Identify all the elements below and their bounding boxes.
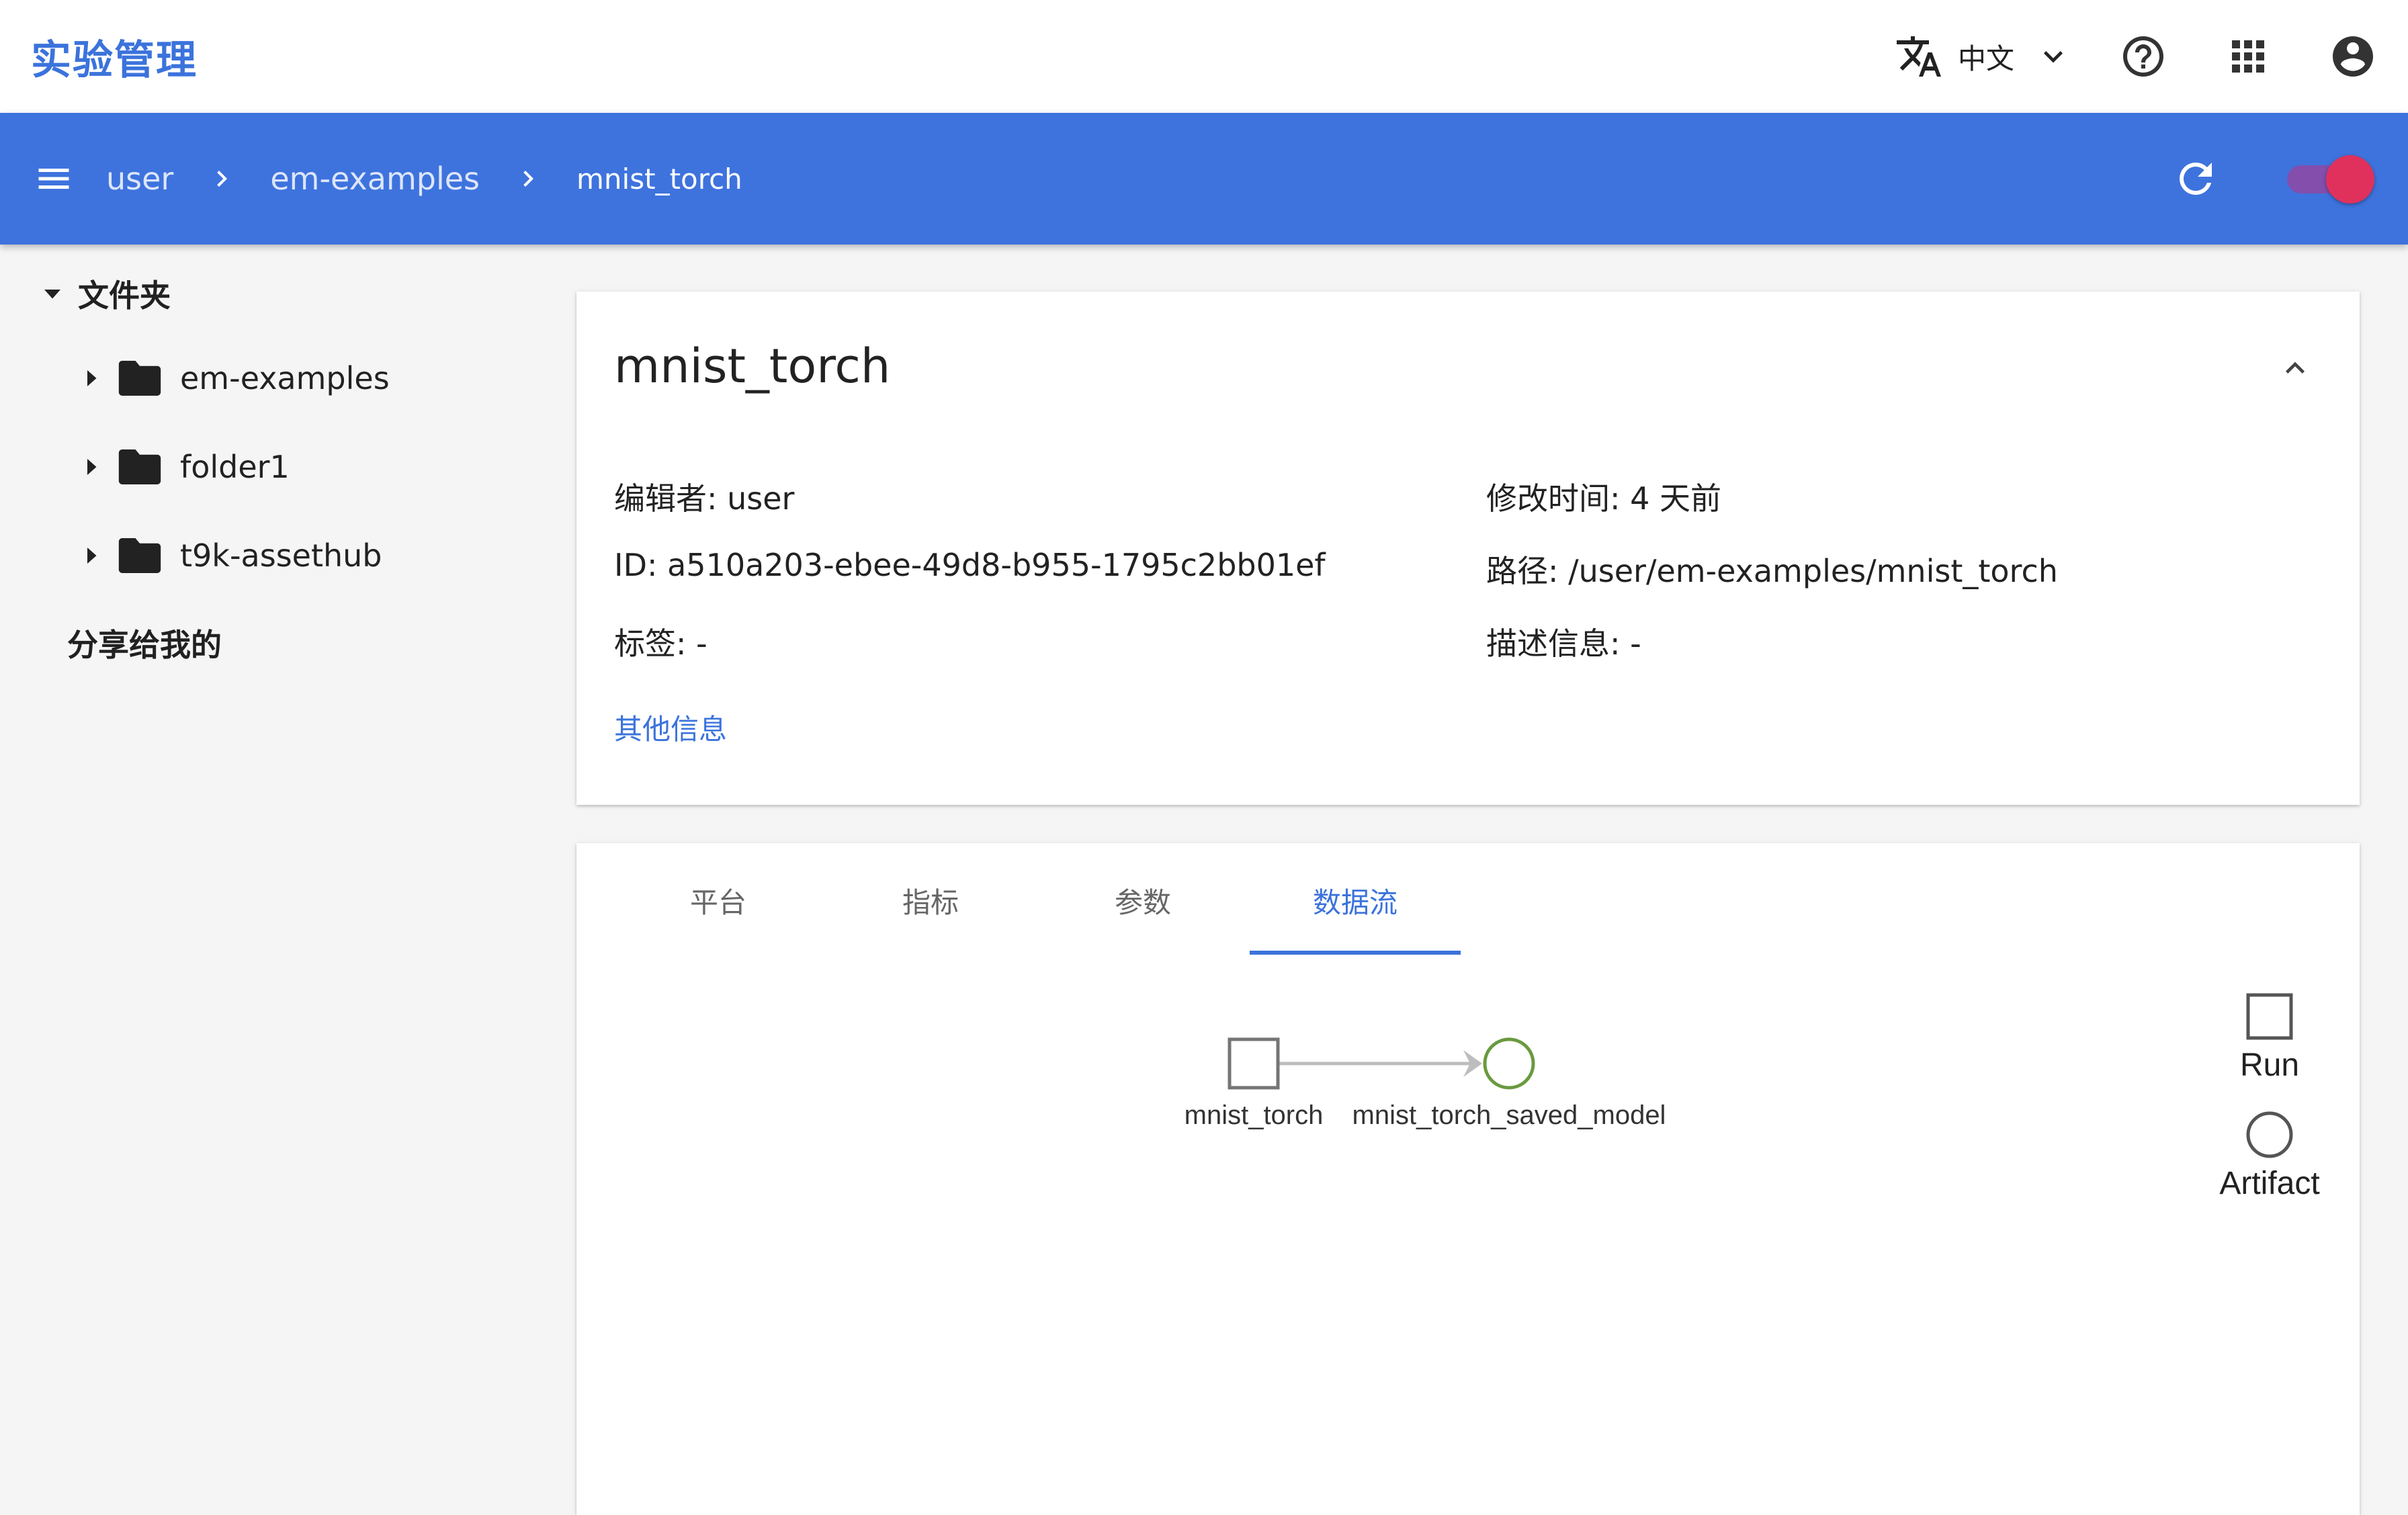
language-selector[interactable]: 中文 (1895, 32, 2072, 81)
run-info-card: mnist_torch 编辑者: user 修改时间: 4 天前 ID: a51… (576, 292, 2360, 805)
id-field: ID: a510a203-ebee-49d8-b955-1795c2bb01ef (614, 547, 1326, 583)
account-circle-icon[interactable] (2329, 32, 2377, 81)
legend-artifact-icon (2246, 1111, 2293, 1158)
folder-item-folder1[interactable]: folder1 (79, 449, 290, 485)
dataflow-graph: mnist_torch mnist_torch_saved_model Run … (1185, 993, 2320, 1201)
folder-icon (118, 449, 161, 484)
chevron-down-icon (2044, 51, 2063, 63)
run-node[interactable] (1228, 1037, 1280, 1090)
translate-icon (1896, 36, 1941, 77)
breadcrumb-user[interactable]: user (106, 161, 173, 197)
description-field: 描述信息: - (1486, 625, 1641, 662)
breadcrumb-mnist-torch: mnist_torch (576, 162, 742, 196)
dark-mode-toggle[interactable] (2287, 152, 2374, 206)
caret-right-icon[interactable] (79, 455, 103, 479)
top-app-bar: 实验管理 中文 (0, 0, 2408, 113)
help-circle-icon[interactable] (2119, 32, 2167, 81)
details-tabs-card: 平台 指标 参数 数据流 mnist_torch mnist_torch_sav… (576, 843, 2360, 1515)
folder-sidebar: 文件夹 em-examples folder1 t9k-assethub 分享给… (0, 245, 564, 1505)
folder-label: folder1 (180, 449, 290, 485)
apps-grid-icon[interactable] (2224, 32, 2272, 81)
folder-item-t9k-assethub[interactable]: t9k-assethub (79, 537, 382, 574)
artifact-node[interactable] (1483, 1037, 1535, 1090)
editor-field: 编辑者: user (614, 480, 795, 517)
top-actions: 中文 (1895, 32, 2377, 81)
folder-tree-root[interactable]: 文件夹 (40, 271, 171, 316)
folder-root-label: 文件夹 (78, 277, 171, 314)
breadcrumb-em-examples[interactable]: em-examples (270, 161, 480, 197)
chevron-up-icon[interactable] (2276, 349, 2314, 387)
run-title: mnist_torch (614, 339, 891, 394)
folder-item-em-examples[interactable]: em-examples (79, 360, 390, 396)
menu-icon[interactable] (34, 159, 74, 199)
legend-run-label: Run (2240, 1047, 2299, 1083)
caret-right-icon[interactable] (79, 366, 103, 390)
chevron-right-icon (217, 171, 228, 187)
refresh-icon[interactable] (2172, 155, 2220, 203)
path-field: 路径: /user/em-examples/mnist_torch (1486, 553, 2058, 589)
folder-label: t9k-assethub (180, 537, 382, 574)
folder-icon (118, 538, 161, 573)
shared-with-me-link[interactable]: 分享给我的 (67, 621, 222, 665)
caret-right-icon[interactable] (79, 544, 103, 568)
toggle-thumb (2326, 155, 2374, 204)
folder-icon (118, 361, 161, 396)
chevron-right-icon (523, 171, 534, 187)
artifact-node-label: mnist_torch_saved_model (1352, 1100, 1666, 1130)
more-info-link[interactable]: 其他信息 (614, 707, 727, 748)
modified-time-field: 修改时间: 4 天前 (1486, 480, 1722, 517)
breadcrumb-bar: user em-examples mnist_torch (0, 113, 2408, 245)
caret-down-icon (44, 290, 60, 299)
legend-run-icon (2246, 993, 2293, 1040)
tags-field: 标签: - (614, 625, 707, 662)
language-label: 中文 (1957, 42, 2014, 75)
app-title[interactable]: 实验管理 (31, 28, 198, 86)
run-node-label: mnist_torch (1185, 1100, 1324, 1130)
navbar-actions (2172, 152, 2374, 206)
legend-artifact-label: Artifact (2219, 1166, 2319, 1201)
folder-label: em-examples (180, 360, 390, 396)
